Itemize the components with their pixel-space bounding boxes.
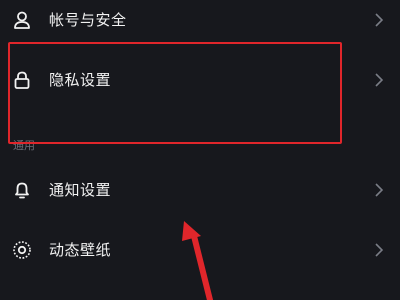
annotation-arrow <box>182 221 213 300</box>
